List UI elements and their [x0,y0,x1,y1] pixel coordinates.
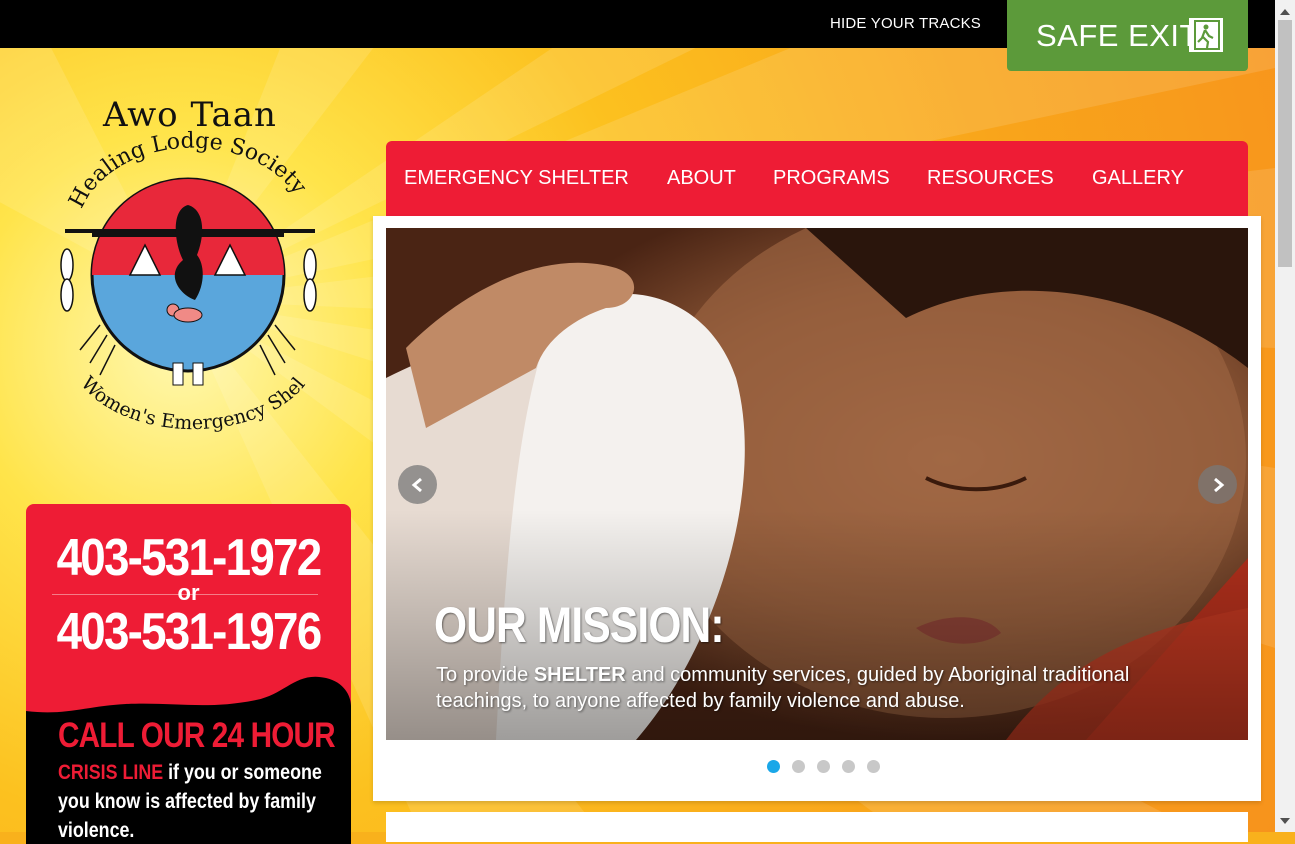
nav-item-emergency-shelter[interactable]: EMERGENCY SHELTER [404,167,629,190]
phone-number-primary[interactable]: 403-531-1972 [46,528,332,588]
content-card [386,812,1248,842]
safe-exit-button[interactable]: SAFE EXIT [1007,0,1248,71]
slider-next-button[interactable] [1198,465,1237,504]
awo-taan-logo[interactable]: Awo Taan Healing Lodge Society Women's E… [55,95,325,445]
nav-item-gallery[interactable]: GALLERY [1092,167,1184,190]
scroll-up-button[interactable] [1275,3,1295,20]
slider-prev-button[interactable] [398,465,437,504]
chevron-right-icon [1213,477,1224,492]
crisis-heading: CALL OUR 24 HOUR [58,716,336,755]
scroll-up-arrow-icon [1280,8,1290,15]
vertical-scrollbar[interactable] [1275,0,1295,832]
scroll-down-button[interactable] [1275,812,1295,829]
slider-dot-1[interactable] [767,760,780,773]
safe-exit-label: SAFE EXIT [1036,17,1199,53]
slider-dot-2[interactable] [792,760,805,773]
mission-text-bold: SHELTER [533,664,626,686]
hide-your-tracks-link[interactable]: HIDE YOUR TRACKS [830,15,981,32]
mission-title: OUR MISSION: [434,597,725,653]
phone-number-secondary[interactable]: 403-531-1976 [46,602,332,662]
crisis-line-label: CRISIS LINE [58,761,164,784]
logo-emblem-icon: Healing Lodge Society Women's Emergency [55,95,317,434]
chevron-left-icon [411,477,422,492]
mission-text: To provide SHELTER and community service… [436,662,1196,714]
slider-dot-5[interactable] [867,760,880,773]
crisis-description: CRISIS LINE if you or someone you know i… [58,758,339,844]
main-nav: EMERGENCY SHELTER ABOUT PROGRAMS RESOURC… [386,141,1248,216]
nav-item-about[interactable]: ABOUT [667,167,736,190]
slider-dot-3[interactable] [817,760,830,773]
scroll-down-arrow-icon [1280,817,1290,824]
nav-item-resources[interactable]: RESOURCES [927,167,1054,190]
exit-door-icon [1188,17,1223,52]
crisis-line-panel[interactable]: 403-531-1972 or 403-531-1976 CALL OUR 24… [26,504,351,844]
scrollbar-thumb[interactable] [1278,20,1292,267]
slide-image: OUR MISSION: To provide SHELTER and comm… [386,228,1248,740]
mission-text-pre: To provide [436,664,534,686]
slider-dot-4[interactable] [842,760,855,773]
nav-item-programs[interactable]: PROGRAMS [773,167,890,190]
